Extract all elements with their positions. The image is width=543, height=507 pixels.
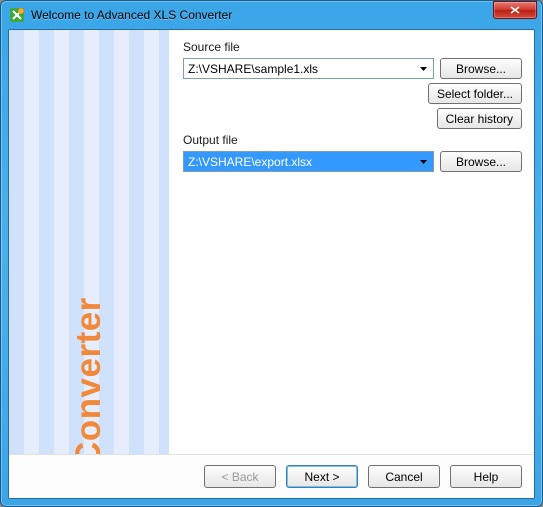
wizard-footer: < Back Next > Cancel Help xyxy=(9,454,534,498)
select-folder-button[interactable]: Select folder... xyxy=(428,83,522,104)
chevron-down-icon[interactable] xyxy=(416,61,431,76)
cancel-button[interactable]: Cancel xyxy=(368,465,440,488)
output-file-value: Z:\VSHARE\export.xlsx xyxy=(188,155,312,169)
source-file-combo[interactable]: Z:\VSHARE\sample1.xls xyxy=(183,58,434,79)
window-title: Welcome to Advanced XLS Converter xyxy=(31,8,540,22)
client-area: XLS Converter Source file Z:\VSHARE\samp… xyxy=(8,29,535,499)
title-bar[interactable]: Welcome to Advanced XLS Converter xyxy=(1,1,542,29)
side-banner-label: XLS Converter xyxy=(69,297,109,454)
wizard-body: XLS Converter Source file Z:\VSHARE\samp… xyxy=(9,30,534,454)
source-file-value: Z:\VSHARE\sample1.xls xyxy=(188,62,318,76)
next-button[interactable]: Next > xyxy=(286,465,358,488)
close-button[interactable] xyxy=(493,1,537,19)
side-banner: XLS Converter xyxy=(9,30,169,454)
app-icon xyxy=(9,7,25,23)
chevron-down-icon[interactable] xyxy=(416,154,431,169)
browse-output-button[interactable]: Browse... xyxy=(440,151,522,172)
back-button[interactable]: < Back xyxy=(204,465,276,488)
output-file-label: Output file xyxy=(183,133,522,147)
clear-history-button[interactable]: Clear history xyxy=(437,108,522,129)
browse-source-button[interactable]: Browse... xyxy=(440,58,522,79)
source-file-label: Source file xyxy=(183,40,522,54)
close-icon xyxy=(510,6,520,14)
main-panel: Source file Z:\VSHARE\sample1.xls Browse… xyxy=(169,30,534,454)
output-file-combo[interactable]: Z:\VSHARE\export.xlsx xyxy=(183,151,434,172)
help-button[interactable]: Help xyxy=(450,465,522,488)
app-window: Welcome to Advanced XLS Converter XLS Co… xyxy=(0,0,543,507)
